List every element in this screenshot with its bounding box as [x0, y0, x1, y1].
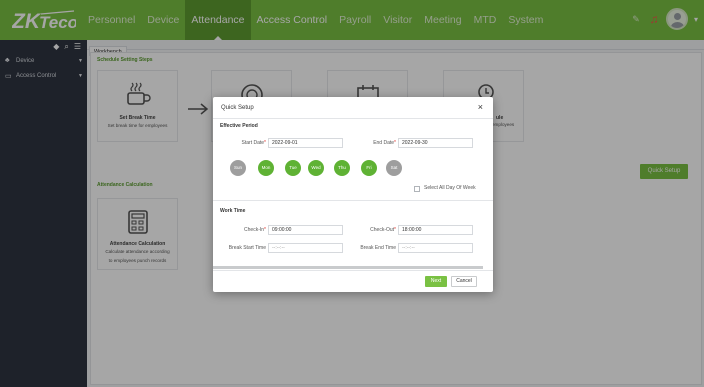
end-date-label: End Date*	[373, 140, 396, 146]
break-start-label: Break Start Time	[228, 245, 266, 251]
select-all-days-checkbox[interactable]	[414, 186, 420, 192]
cancel-button[interactable]: Cancel	[451, 276, 477, 287]
divider	[213, 200, 493, 201]
close-icon[interactable]: ×	[478, 102, 483, 112]
horizontal-scrollbar[interactable]	[213, 266, 483, 269]
day-sat[interactable]: Sat	[386, 160, 402, 176]
day-wed[interactable]: Wed	[308, 160, 324, 176]
divider	[213, 118, 493, 119]
break-start-input[interactable]: --:--:--	[268, 243, 343, 253]
check-out-label: Check-Out*	[370, 227, 396, 233]
break-end-label: Break End Time	[360, 245, 396, 251]
day-mon[interactable]: Mon	[258, 160, 274, 176]
quick-setup-dialog: Quick Setup × Effective Period Work Time	[213, 97, 493, 292]
work-time-title: Work Time	[220, 208, 246, 214]
day-thu[interactable]: Thu	[334, 160, 350, 176]
next-button[interactable]: Next	[425, 276, 447, 287]
day-sun[interactable]: Sun	[230, 160, 246, 176]
end-date-input[interactable]: 2022-09-30	[398, 138, 473, 148]
check-in-label: Check-In*	[244, 227, 266, 233]
day-fri[interactable]: Fri	[361, 160, 377, 176]
check-out-input[interactable]: 18:00:00	[398, 225, 473, 235]
break-end-input[interactable]: --:--:--	[398, 243, 473, 253]
effective-period-title: Effective Period	[220, 123, 258, 129]
dialog-title: Quick Setup	[221, 105, 254, 111]
start-date-label: Start Date*	[241, 140, 266, 146]
check-in-input[interactable]: 09:00:00	[268, 225, 343, 235]
day-tue[interactable]: Tue	[285, 160, 301, 176]
divider	[213, 270, 493, 271]
start-date-input[interactable]: 2022-09-01	[268, 138, 343, 148]
select-all-days-label: Select All Day Of Week	[424, 185, 476, 191]
